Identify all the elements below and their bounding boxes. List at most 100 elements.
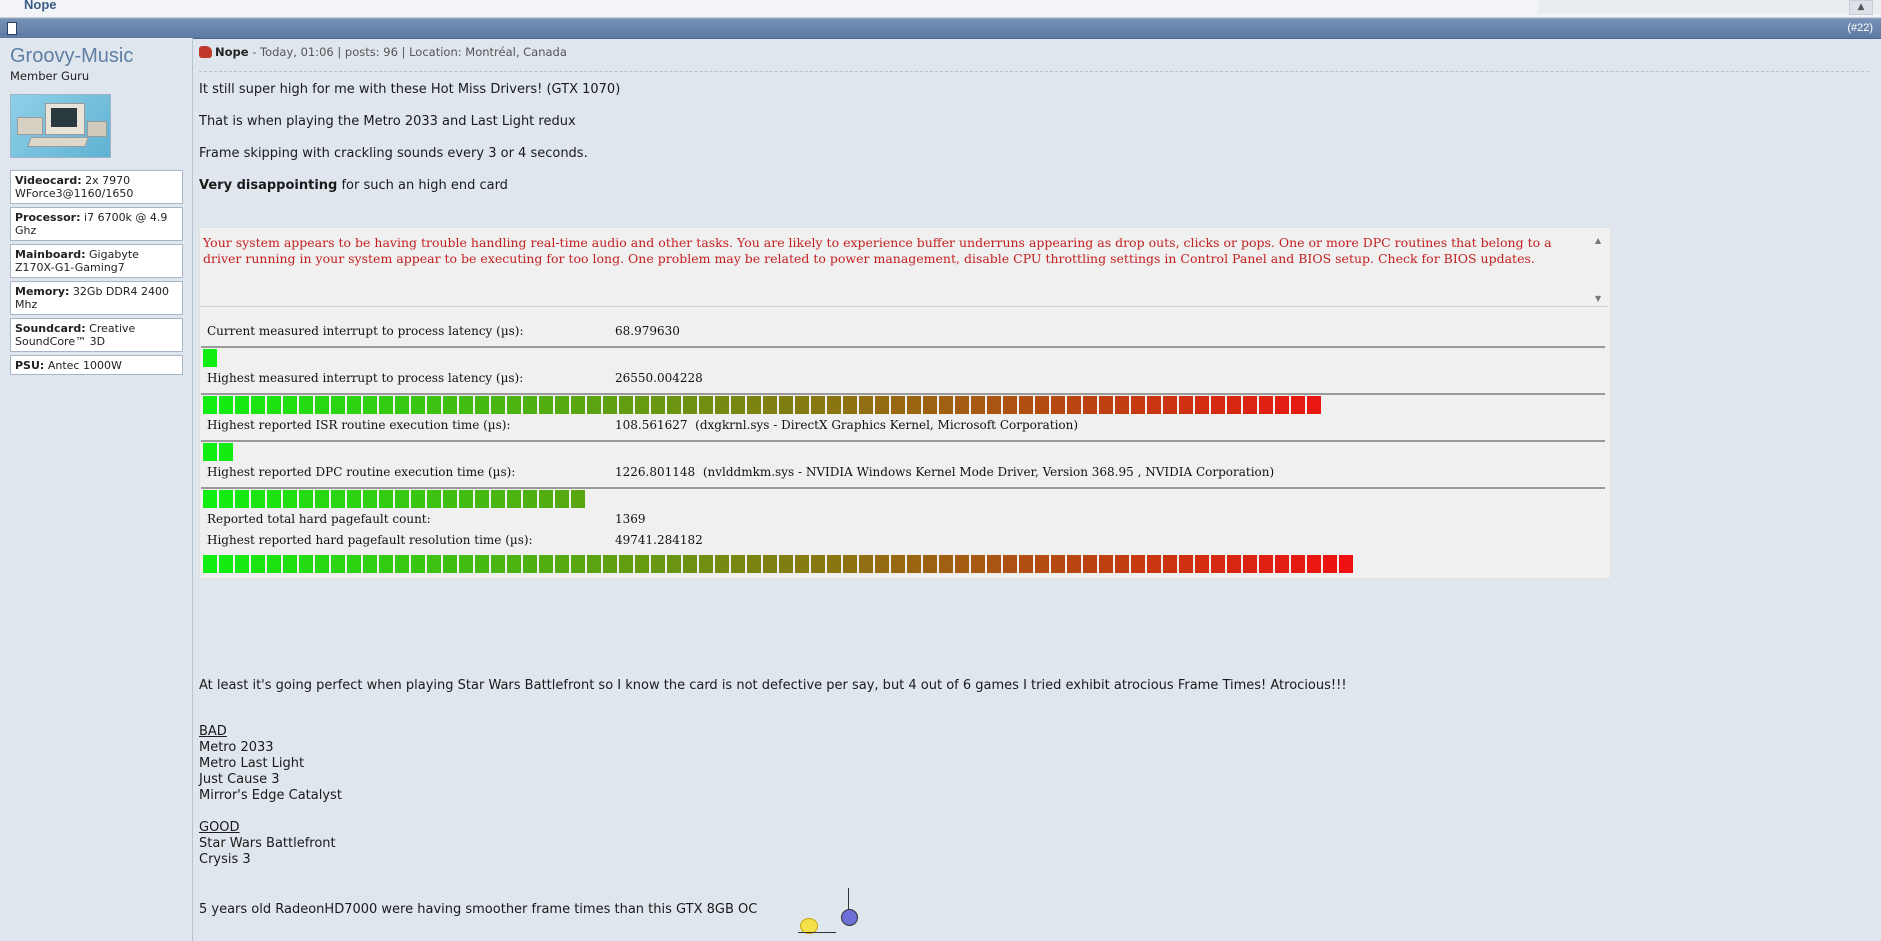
smiley-ball-icon	[841, 909, 858, 926]
bar-segment	[1003, 555, 1017, 573]
bar-segment	[459, 396, 473, 414]
bar-segment	[1243, 396, 1257, 414]
good-item-1: Star Wars Battlefront	[199, 836, 336, 851]
bar-segment	[411, 490, 425, 508]
bar-segment	[331, 490, 345, 508]
bar-segment	[987, 396, 1001, 414]
bar-segment	[363, 396, 377, 414]
bar-segment	[315, 555, 329, 573]
bar-segment	[219, 396, 233, 414]
bar-segment	[363, 555, 377, 573]
bar-segment	[219, 443, 233, 461]
warning-box[interactable]: Your system appears to be having trouble…	[200, 228, 1608, 307]
username[interactable]: Groovy-Music	[10, 45, 133, 68]
bar-segment	[555, 490, 569, 508]
spec-processor: Processor: i7 6700k @ 4.9 Ghz	[10, 207, 183, 241]
bar-segment	[907, 555, 921, 573]
bar-segment	[411, 396, 425, 414]
bar-segment	[971, 555, 985, 573]
bar-segment	[779, 555, 793, 573]
bar-segment	[907, 396, 921, 414]
bar-segment	[475, 396, 489, 414]
bar-segment	[267, 396, 281, 414]
bar-segment	[331, 396, 345, 414]
latency-row-dpc: Highest reported DPC routine execution t…	[207, 465, 1275, 479]
bar-segment	[779, 396, 793, 414]
bar-segment	[1307, 555, 1321, 573]
spec-mainboard: Mainboard: Gigabyte Z170X-G1-Gaming7	[10, 244, 183, 278]
bar-segment	[939, 555, 953, 573]
bar-segment	[315, 490, 329, 508]
bar-segment	[379, 555, 393, 573]
bar-segment	[763, 396, 777, 414]
bar-segment	[491, 396, 505, 414]
emoticon-ground	[798, 932, 836, 933]
bar-segment	[523, 555, 537, 573]
bar-segment	[859, 396, 873, 414]
bar-segment	[1259, 396, 1273, 414]
document-icon	[7, 22, 17, 35]
previous-post-title[interactable]: Nope	[24, 0, 57, 12]
bar-segment	[299, 396, 313, 414]
chevron-up-icon[interactable]: ▲	[1849, 0, 1873, 15]
bar-segment	[1243, 555, 1257, 573]
bar-segment	[795, 555, 809, 573]
bar-segment	[1131, 555, 1145, 573]
bar-segment	[699, 555, 713, 573]
bar-segment	[1195, 396, 1209, 414]
bar-segment	[347, 490, 361, 508]
thumbs-down-icon	[199, 46, 212, 58]
avatar[interactable]	[10, 94, 111, 158]
bar-segment	[315, 396, 329, 414]
bar-segment	[827, 555, 841, 573]
bar-segment	[443, 555, 457, 573]
bar-segment	[811, 555, 825, 573]
bar-segment	[203, 490, 217, 508]
user-sidebar: Groovy-Music Member Guru Videocard: 2x 7…	[0, 38, 193, 941]
bar-segment	[1147, 555, 1161, 573]
bar-segment	[267, 555, 281, 573]
bar-segment	[1307, 396, 1321, 414]
bar-segment	[1227, 396, 1241, 414]
bar-segment	[1083, 555, 1097, 573]
bar-segment	[1179, 555, 1193, 573]
bar-segment	[555, 396, 569, 414]
bar-segment	[203, 443, 217, 461]
bar-segment	[507, 396, 521, 414]
bad-item-1: Metro 2033	[199, 740, 274, 755]
bar-segment	[571, 555, 585, 573]
bar-segment	[1227, 555, 1241, 573]
scroll-up-icon[interactable]: ▲	[1595, 236, 1601, 245]
post-number-link[interactable]: (#22)	[1847, 22, 1873, 34]
bar-segment	[523, 490, 537, 508]
scroll-down-icon[interactable]: ▼	[1595, 294, 1601, 303]
bar-segment	[891, 396, 905, 414]
bar-segment	[267, 490, 281, 508]
bar-segment	[1067, 396, 1081, 414]
bar-segment	[987, 555, 1001, 573]
bar-segment	[1275, 396, 1289, 414]
bar-segment	[603, 396, 617, 414]
bar-segment	[251, 490, 265, 508]
bad-item-2: Metro Last Light	[199, 756, 305, 771]
bar-segment	[523, 396, 537, 414]
bar-segment	[539, 490, 553, 508]
bar-segment	[1195, 555, 1209, 573]
bar-segment	[507, 555, 521, 573]
bar-segment	[955, 555, 969, 573]
bar-segment	[283, 490, 297, 508]
bar-segment	[283, 555, 297, 573]
bar-segment	[603, 555, 617, 573]
bar-segment	[1099, 555, 1113, 573]
bar-segment	[235, 396, 249, 414]
bar-segment	[715, 396, 729, 414]
latency-row-isr: Highest reported ISR routine execution t…	[207, 418, 1079, 432]
bar-segment	[891, 555, 905, 573]
bar-segment	[1115, 555, 1129, 573]
bar-segment	[715, 555, 729, 573]
bar-segment	[331, 555, 345, 573]
bar-segment	[475, 555, 489, 573]
bar-segment	[651, 396, 665, 414]
bar-segment	[859, 555, 873, 573]
scroll-area: ▲	[1538, 0, 1881, 15]
